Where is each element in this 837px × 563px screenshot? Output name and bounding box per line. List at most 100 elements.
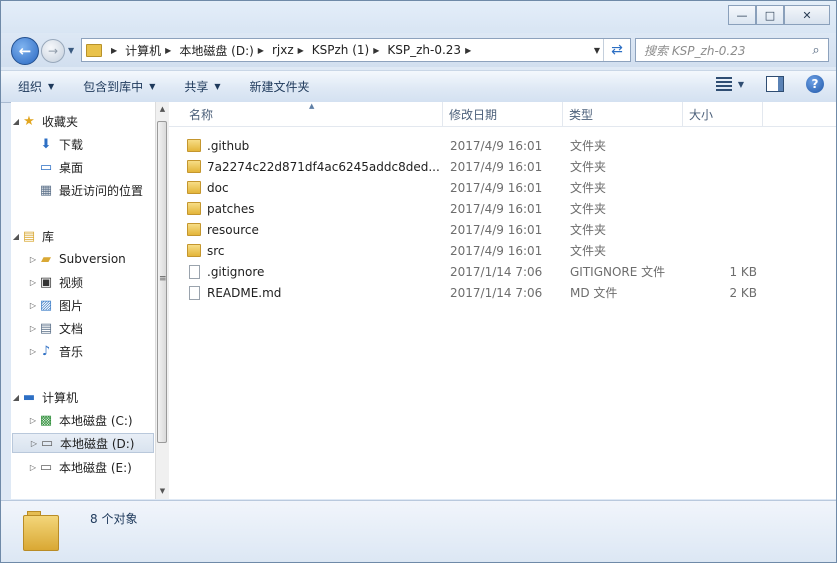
folder-icon: [187, 181, 201, 194]
sidebar-item-music[interactable]: ▷ ♪ 音乐: [28, 341, 83, 361]
breadcrumb-item[interactable]: KSPzh (1) ▶: [312, 43, 388, 57]
drive-icon: ▭: [39, 459, 53, 475]
recent-places-icon: ▦: [39, 182, 53, 198]
file-row[interactable]: .gitignore 2017/1/14 7:06 GITIGNORE 文件 1…: [187, 261, 787, 282]
scroll-up-icon[interactable]: ▲: [156, 105, 169, 113]
chevron-right-icon[interactable]: ▶: [258, 46, 264, 55]
file-date: 2017/4/9 16:01: [450, 201, 543, 216]
collapse-arrow-icon[interactable]: ◢: [11, 117, 21, 126]
file-row[interactable]: resource 2017/4/9 16:01 文件夹: [187, 219, 787, 240]
file-row[interactable]: src 2017/4/9 16:01 文件夹: [187, 240, 787, 261]
include-in-library-button[interactable]: 包含到库中 ▼: [83, 78, 155, 95]
expand-arrow-icon[interactable]: ▷: [29, 439, 39, 448]
file-type: 文件夹: [570, 244, 607, 258]
expand-arrow-icon[interactable]: ▷: [28, 347, 38, 356]
file-type: GITIGNORE 文件: [570, 265, 666, 279]
column-header: ▲ 名称 修改日期 类型 大小: [169, 102, 836, 127]
breadcrumb-item[interactable]: 计算机 ▶: [125, 42, 179, 59]
share-button[interactable]: 共享 ▼: [184, 78, 220, 95]
file-row[interactable]: 7a2274c22d871df4ac6245addc8ded... 2017/4…: [187, 156, 787, 177]
navigation-scrollbar[interactable]: ▲ ≡ ▼: [155, 102, 169, 499]
sidebar-item-recent[interactable]: ▦ 最近访问的位置: [38, 180, 143, 200]
new-folder-button[interactable]: 新建文件夹: [250, 78, 310, 95]
column-size[interactable]: 大小: [683, 102, 763, 126]
expand-arrow-icon[interactable]: ▷: [28, 324, 38, 333]
sidebar-libraries[interactable]: ◢ ▤ 库: [11, 226, 54, 246]
change-view-icon[interactable]: [715, 77, 732, 91]
expand-arrow-icon[interactable]: ▷: [28, 463, 38, 472]
column-name[interactable]: 名称: [183, 102, 443, 126]
sidebar-computer[interactable]: ◢ ▬ 计算机: [11, 387, 78, 407]
file-name: .github: [207, 138, 250, 153]
scroll-down-icon[interactable]: ▼: [156, 487, 169, 495]
folder-icon: [86, 43, 102, 57]
sidebar-item-drive-d[interactable]: ▷ ▭ 本地磁盘 (D:): [12, 433, 154, 453]
file-row[interactable]: doc 2017/4/9 16:01 文件夹: [187, 177, 787, 198]
sidebar-item-drive-c[interactable]: ▷ ▩ 本地磁盘 (C:): [28, 410, 133, 430]
chevron-right-icon[interactable]: ▶: [373, 46, 379, 55]
expand-arrow-icon[interactable]: ▷: [28, 416, 38, 425]
folder-icon: ▰: [41, 251, 51, 267]
sidebar-group-label: 计算机: [42, 390, 79, 405]
help-icon[interactable]: ?: [806, 75, 824, 93]
chevron-right-icon[interactable]: ▶: [111, 46, 117, 55]
expand-arrow-icon[interactable]: ▷: [28, 301, 38, 310]
search-icon[interactable]: ⌕: [804, 43, 828, 58]
search-input[interactable]: 搜索 KSP_zh-0.23: [644, 42, 804, 59]
sidebar-item-documents[interactable]: ▷ ▤ 文档: [28, 318, 83, 338]
search-box[interactable]: 搜索 KSP_zh-0.23 ⌕: [635, 38, 829, 62]
collapse-arrow-icon[interactable]: ◢: [11, 393, 21, 402]
file-type: 文件夹: [570, 139, 607, 153]
sidebar-item-videos[interactable]: ▷ ▣ 视频: [28, 272, 83, 292]
column-date[interactable]: 修改日期: [443, 102, 563, 126]
chevron-down-icon[interactable]: ▼: [738, 80, 744, 89]
sidebar-item-drive-e[interactable]: ▷ ▭ 本地磁盘 (E:): [28, 457, 132, 477]
organize-button[interactable]: 组织 ▼: [18, 78, 54, 95]
file-type: 文件夹: [570, 223, 607, 237]
sidebar-item-desktop[interactable]: ▭ 桌面: [38, 157, 83, 177]
breadcrumb-item[interactable]: KSP_zh-0.23 ▶: [387, 43, 479, 57]
document-icon: ▤: [39, 320, 53, 336]
sidebar-item-label: 音乐: [59, 344, 84, 359]
address-dropdown-icon[interactable]: ▼: [594, 46, 600, 55]
column-type[interactable]: 类型: [563, 102, 683, 126]
file-row[interactable]: .github 2017/4/9 16:01 文件夹: [187, 135, 787, 156]
expand-arrow-icon[interactable]: ▷: [28, 278, 38, 287]
recent-pages-dropdown-icon[interactable]: ▼: [68, 46, 74, 55]
file-date: 2017/1/14 7:06: [450, 285, 543, 300]
collapse-arrow-icon[interactable]: ◢: [11, 232, 21, 241]
share-label: 共享: [184, 80, 209, 94]
file-name: resource: [207, 222, 259, 237]
sidebar-item-downloads[interactable]: ⬇ 下载: [38, 134, 83, 154]
sidebar-favorites[interactable]: ◢ ★ 收藏夹: [11, 111, 78, 131]
maximize-button[interactable]: □: [756, 5, 784, 25]
breadcrumb-item[interactable]: rjxz ▶: [272, 43, 312, 57]
breadcrumb-item[interactable]: 本地磁盘 (D:) ▶: [179, 42, 272, 59]
command-bar: 组织 ▼ 包含到库中 ▼ 共享 ▼ 新建文件夹 ▼ ?: [1, 70, 836, 103]
file-row[interactable]: README.md 2017/1/14 7:06 MD 文件 2 KB: [187, 282, 787, 303]
sidebar-item-label: 下载: [59, 137, 84, 152]
refresh-button[interactable]: ⇄: [603, 39, 630, 61]
column-label: 类型: [569, 107, 594, 122]
minimize-button[interactable]: —: [728, 5, 756, 25]
drive-icon: ▭: [40, 435, 54, 451]
chevron-right-icon[interactable]: ▶: [465, 46, 471, 55]
sidebar-item-label: 本地磁盘 (C:): [59, 413, 133, 428]
file-type: MD 文件: [570, 286, 618, 300]
address-bar[interactable]: ▶ 计算机 ▶ 本地磁盘 (D:) ▶ rjxz ▶ KSPzh (1) ▶ KSP_z…: [81, 38, 631, 62]
back-button[interactable]: ←: [11, 37, 39, 65]
sidebar-item-subversion[interactable]: ▷ ▰ Subversion: [28, 249, 126, 269]
forward-button[interactable]: →: [41, 39, 65, 63]
chevron-right-icon[interactable]: ▶: [298, 46, 304, 55]
file-icon: [189, 285, 200, 300]
chevron-right-icon[interactable]: ▶: [165, 46, 171, 55]
file-row[interactable]: patches 2017/4/9 16:01 文件夹: [187, 198, 787, 219]
sidebar-item-pictures[interactable]: ▷ ▨ 图片: [28, 295, 83, 315]
file-name: src: [207, 243, 225, 258]
preview-pane-icon[interactable]: [766, 76, 784, 92]
file-size: 1 KB: [729, 264, 757, 279]
expand-arrow-icon[interactable]: ▷: [28, 255, 38, 264]
include-library-label: 包含到库中: [83, 80, 144, 94]
close-button[interactable]: ✕: [784, 5, 830, 25]
desktop-icon: ▭: [39, 159, 53, 175]
